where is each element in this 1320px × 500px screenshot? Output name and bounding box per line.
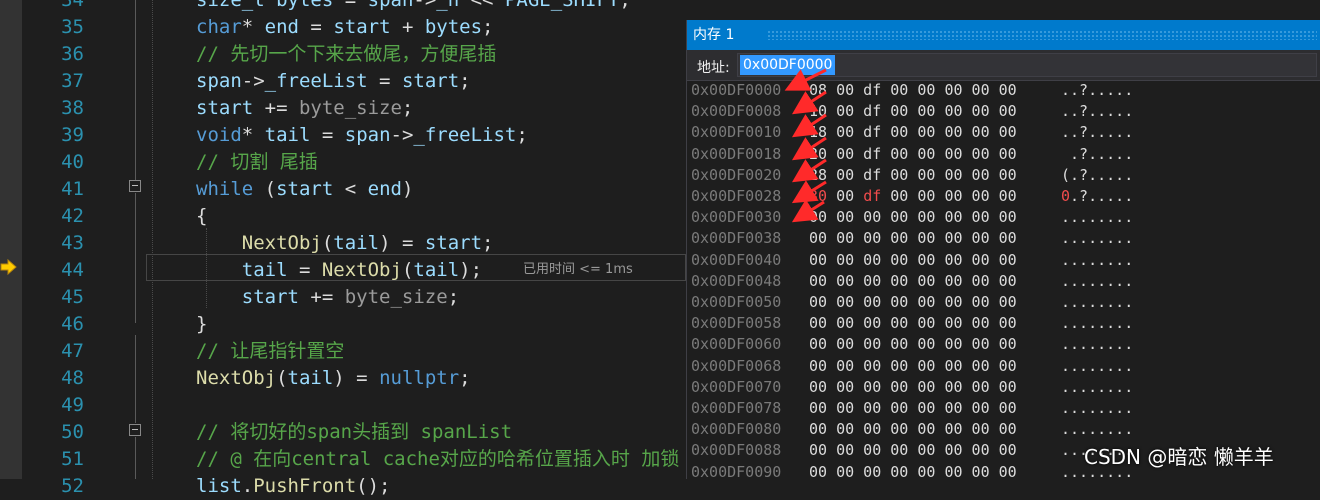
- annotation-arrows: [784, 68, 827, 223]
- watermark: CSDN @暗恋 懒羊羊: [1084, 445, 1274, 469]
- annotation-arrow: [791, 158, 827, 183]
- annotation-arrow: [791, 90, 827, 115]
- annotation-arrow: [784, 68, 827, 91]
- annotation-arrow: [791, 199, 825, 223]
- annotation-arrow: [791, 136, 827, 161]
- annotation-arrow: [791, 113, 827, 138]
- annotation-arrow: [791, 180, 827, 204]
